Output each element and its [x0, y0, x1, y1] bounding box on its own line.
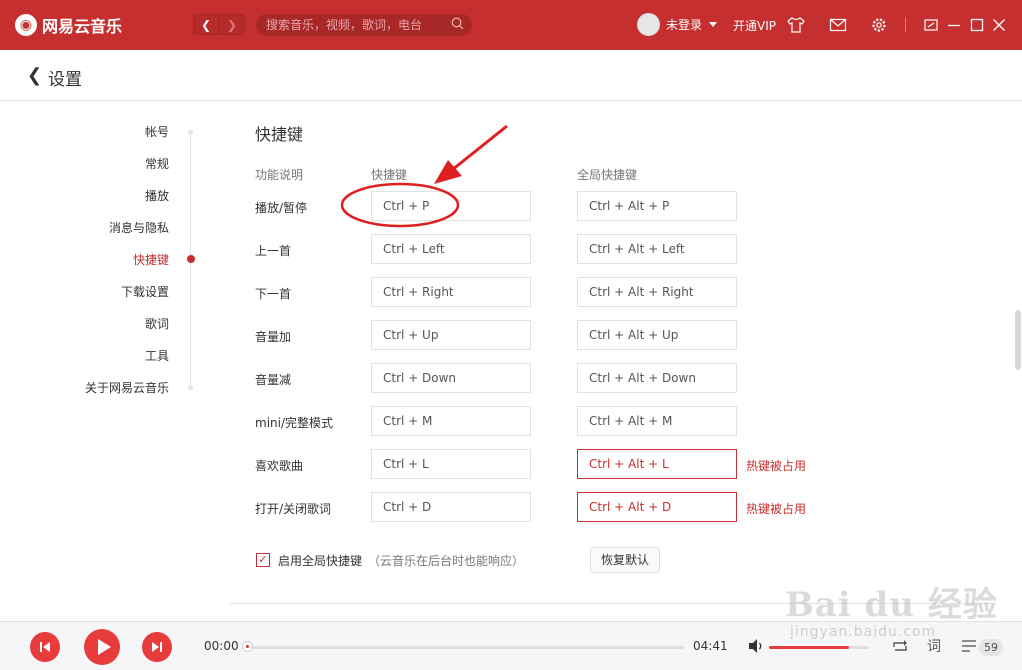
shortcut-label-previous: 上一首 — [255, 244, 292, 258]
sidenav-item-shortcuts[interactable]: 快捷键 — [133, 251, 169, 268]
volume-level — [769, 646, 849, 649]
shortcut-field-volume-up[interactable]: Ctrl + Up — [371, 320, 531, 350]
shortcut-field-mini-mode[interactable]: Ctrl + M — [371, 406, 531, 436]
back-nav-button[interactable]: ❮ — [193, 14, 219, 35]
shortcut-field-toggle-lyrics[interactable]: Ctrl + D — [371, 492, 531, 522]
shortcut-label-volume-down: 音量减 — [255, 373, 292, 387]
toolbar-divider — [905, 17, 906, 32]
shortcut-field-volume-down[interactable]: Ctrl + Down — [371, 363, 531, 393]
global-shortcut-field-toggle-lyrics[interactable]: Ctrl + Alt + D — [577, 492, 737, 522]
maximize-icon[interactable] — [968, 16, 986, 34]
column-header-shortcut: 快捷键 — [371, 168, 408, 182]
volume-icon[interactable] — [747, 638, 765, 654]
global-shortcut-field-mini-mode[interactable]: Ctrl + Alt + M — [577, 406, 737, 436]
next-icon — [152, 642, 162, 652]
shortcut-field-previous[interactable]: Ctrl + Left — [371, 234, 531, 264]
baidu-watermark: Bai du 经验 — [785, 585, 998, 625]
mail-icon[interactable] — [829, 16, 847, 34]
enable-global-shortcuts-hint: （云音乐在后台时也能响应） — [368, 554, 525, 568]
play-icon — [98, 639, 111, 655]
netease-logo-icon: ◉ — [15, 14, 37, 36]
sidenav-item-playback[interactable]: 播放 — [145, 187, 169, 204]
restore-defaults-button[interactable]: 恢复默认 — [590, 547, 660, 573]
column-header-global: 全局快捷键 — [577, 168, 638, 182]
shortcut-field-next[interactable]: Ctrl + Right — [371, 277, 531, 307]
progress-knob[interactable] — [242, 641, 253, 652]
sidenav-item-download[interactable]: 下载设置 — [121, 283, 169, 300]
avatar[interactable] — [637, 13, 660, 36]
previous-track-button[interactable] — [30, 632, 60, 662]
global-shortcut-field-volume-down[interactable]: Ctrl + Alt + Down — [577, 363, 737, 393]
baidu-watermark-url: jingyan.baidu.com — [790, 624, 937, 640]
app-name: 网易云音乐 — [42, 17, 123, 36]
playlist-icon[interactable] — [960, 637, 978, 655]
pointer-arrowhead — [434, 160, 462, 184]
forward-nav-button[interactable]: ❯ — [219, 14, 245, 35]
global-shortcut-field-like-song[interactable]: Ctrl + Alt + L — [577, 449, 737, 479]
shortcut-label-next: 下一首 — [255, 287, 292, 301]
mini-mode-icon[interactable] — [922, 16, 940, 34]
history-nav: ❮ ❯ — [193, 14, 245, 35]
app-logo[interactable]: ◉ 网易云音乐 — [15, 13, 122, 37]
repeat-icon[interactable] — [891, 638, 909, 654]
login-status[interactable]: 未登录 — [666, 16, 702, 33]
pointer-arrow — [451, 124, 508, 172]
sidenav-active-dot — [187, 255, 195, 263]
global-shortcut-field-volume-up[interactable]: Ctrl + Alt + Up — [577, 320, 737, 350]
settings-header: ❮ 设置 — [0, 50, 1022, 101]
shortcut-label-mini-mode: mini/完整模式 — [255, 416, 334, 430]
next-track-button[interactable] — [142, 632, 172, 662]
current-time: 00:00 — [204, 639, 239, 653]
volume-slider[interactable] — [769, 646, 869, 649]
sidenav-item-account[interactable]: 帐号 — [145, 123, 169, 140]
total-time: 04:41 — [693, 639, 728, 653]
column-header-function: 功能说明 — [255, 168, 304, 182]
title-bar: ◉ 网易云音乐 ❮ ❯ 未登录 开通VIP — [0, 0, 1022, 50]
scrollbar-thumb[interactable] — [1015, 310, 1021, 370]
sidenav-item-lyrics[interactable]: 歌词 — [145, 315, 169, 332]
shortcut-label-play-pause: 播放/暂停 — [255, 201, 308, 215]
play-button[interactable] — [84, 629, 120, 665]
chevron-down-icon[interactable] — [709, 22, 718, 27]
skin-tshirt-icon[interactable] — [787, 16, 805, 34]
search-box — [256, 14, 472, 36]
progress-track[interactable] — [246, 646, 684, 649]
page-title: 设置 — [48, 70, 82, 90]
sidenav-item-about[interactable]: 关于网易云音乐 — [85, 379, 169, 396]
previous-icon — [40, 642, 50, 652]
back-arrow-icon[interactable]: ❮ — [27, 65, 42, 86]
global-shortcut-field-play-pause[interactable]: Ctrl + Alt + P — [577, 191, 737, 221]
shortcut-field-like-song[interactable]: Ctrl + L — [371, 449, 531, 479]
hotkey-conflict-warning: 热键被占用 — [746, 459, 807, 473]
vip-button[interactable]: 开通VIP — [733, 17, 776, 34]
enable-global-shortcuts-label[interactable]: 启用全局快捷键 — [278, 552, 362, 569]
hotkey-conflict-warning: 热键被占用 — [746, 502, 807, 516]
global-shortcut-field-next[interactable]: Ctrl + Alt + Right — [577, 277, 737, 307]
sidenav-item-tools[interactable]: 工具 — [145, 347, 169, 364]
shortcut-label-like-song: 喜欢歌曲 — [255, 459, 304, 473]
global-shortcut-field-previous[interactable]: Ctrl + Alt + Left — [577, 234, 737, 264]
playlist-count-badge[interactable]: 59 — [979, 639, 1003, 656]
user-menu[interactable]: 未登录 — [637, 13, 718, 36]
sidenav-dot — [188, 385, 193, 390]
enable-global-shortcuts-checkbox[interactable]: ✓ — [256, 553, 270, 567]
shortcut-label-volume-up: 音量加 — [255, 330, 292, 344]
section-title: 快捷键 — [255, 125, 304, 144]
sidenav-item-privacy[interactable]: 消息与隐私 — [109, 219, 169, 236]
search-icon[interactable] — [451, 17, 464, 30]
search-input[interactable] — [256, 14, 446, 36]
close-icon[interactable] — [990, 16, 1008, 34]
shortcut-label-toggle-lyrics: 打开/关闭歌词 — [255, 502, 332, 516]
sidenav-item-general[interactable]: 常规 — [145, 155, 169, 172]
shortcut-field-play-pause[interactable]: Ctrl + P — [371, 191, 531, 221]
gear-icon[interactable] — [870, 16, 888, 34]
minimize-icon[interactable] — [945, 16, 963, 34]
sidenav-dot — [188, 130, 193, 135]
